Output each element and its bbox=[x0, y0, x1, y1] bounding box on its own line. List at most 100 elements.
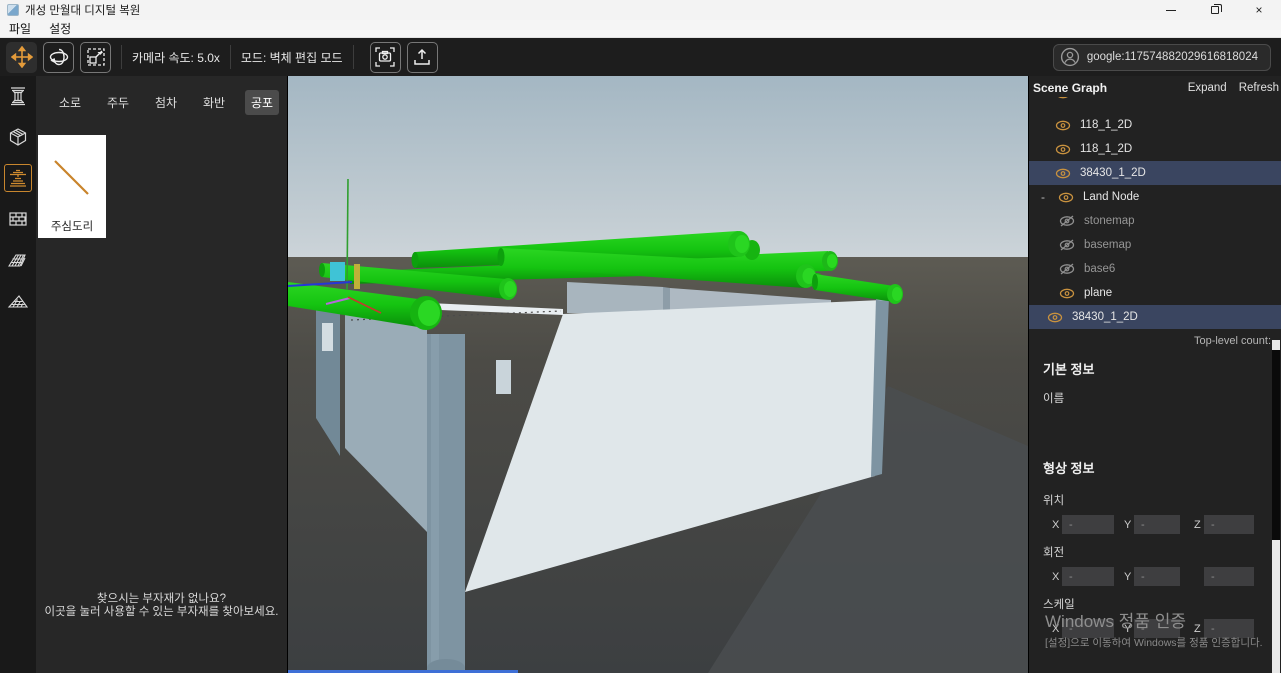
rotate-tool-button[interactable] bbox=[43, 42, 74, 73]
block-icon bbox=[7, 126, 29, 148]
scale-label: 스케일 bbox=[1043, 596, 1281, 612]
refresh-button[interactable]: Refresh bbox=[1239, 82, 1279, 94]
position-x-input[interactable] bbox=[1062, 515, 1114, 534]
account-id: google:117574882029616818024 bbox=[1087, 51, 1258, 63]
category-wall-button[interactable] bbox=[4, 205, 32, 233]
position-y-input[interactable] bbox=[1134, 515, 1180, 534]
scale-y-input[interactable] bbox=[1134, 619, 1180, 638]
axis-y-label: Y bbox=[1124, 623, 1134, 635]
tree-node-label: 38430_1_2D bbox=[1080, 167, 1146, 179]
axis-z-label: Z bbox=[1194, 519, 1204, 531]
tree-node-basemap[interactable]: basemap bbox=[1029, 233, 1281, 257]
visibility-eye-icon[interactable] bbox=[1055, 120, 1071, 131]
tab-gongpo[interactable]: 공포 bbox=[245, 90, 279, 115]
viewport-3d[interactable] bbox=[288, 76, 1028, 673]
rotation-label: 회전 bbox=[1043, 544, 1281, 560]
upload-button[interactable] bbox=[407, 42, 438, 73]
axis-x-label: X bbox=[1052, 571, 1062, 583]
find-parts-hint[interactable]: 찾으시는 부자재가 없나요? 이곳을 눌러 사용할 수 있는 부자재를 찾아보세… bbox=[12, 593, 312, 619]
shape-info-header: 형상 정보 bbox=[1043, 458, 1281, 477]
camera-speed-label: 카메라 속도: 5.0x bbox=[132, 49, 220, 66]
category-icon-strip bbox=[0, 76, 36, 673]
visibility-hidden-icon[interactable] bbox=[1059, 263, 1075, 275]
properties-scrollbar[interactable] bbox=[1272, 340, 1280, 673]
tree-node-base6[interactable]: base6 bbox=[1029, 257, 1281, 281]
tree-node-land-node[interactable]: - Land Node bbox=[1029, 185, 1281, 209]
scene-graph-list: 118_1_2D 118_1_2D 38430_1_2D bbox=[1029, 97, 1281, 329]
category-rooftile-button[interactable] bbox=[4, 246, 32, 274]
category-block-button[interactable] bbox=[4, 123, 32, 151]
menu-settings[interactable]: 설정 bbox=[40, 20, 80, 38]
rotate-icon bbox=[48, 46, 70, 68]
category-bracket-button[interactable] bbox=[4, 164, 32, 192]
menu-file[interactable]: 파일 bbox=[0, 20, 40, 38]
part-card-jusimdori[interactable]: 주심도리 bbox=[38, 135, 106, 238]
tree-node-label: Land Node bbox=[1083, 191, 1139, 203]
parts-tabs: 소로 주두 첨차 화반 공포 bbox=[46, 90, 283, 115]
visibility-hidden-icon[interactable] bbox=[1059, 239, 1075, 251]
tree-node-plane[interactable]: plane bbox=[1029, 281, 1281, 305]
minimize-button[interactable] bbox=[1149, 0, 1193, 20]
tab-cheomcha[interactable]: 첨차 bbox=[142, 90, 190, 115]
visibility-eye-icon[interactable] bbox=[1055, 144, 1071, 155]
titlebar: 개성 만월대 디지털 복원 × bbox=[0, 0, 1281, 20]
tree-node-stonemap[interactable]: stonemap bbox=[1029, 209, 1281, 233]
tree-node-38430-1-2d[interactable]: 38430_1_2D bbox=[1029, 161, 1281, 185]
tree-node-118-1-2d[interactable]: 118_1_2D bbox=[1029, 113, 1281, 137]
rotation-z-input[interactable] bbox=[1204, 567, 1254, 586]
scale-icon bbox=[85, 46, 107, 68]
tree-node-118-1-2d[interactable]: 118_1_2D bbox=[1029, 137, 1281, 161]
visibility-eye-icon[interactable] bbox=[1055, 97, 1071, 99]
scale-z-input[interactable] bbox=[1204, 619, 1254, 638]
category-column-button[interactable] bbox=[4, 82, 32, 110]
axis-x-label: X bbox=[1052, 623, 1062, 635]
tree-node-clipped[interactable] bbox=[1029, 97, 1281, 113]
user-icon bbox=[1060, 47, 1080, 67]
scale-tool-button[interactable] bbox=[80, 42, 111, 73]
visibility-eye-icon[interactable] bbox=[1059, 288, 1075, 299]
tab-hwaban[interactable]: 화반 bbox=[190, 90, 238, 115]
scrollbar-thumb[interactable] bbox=[1272, 350, 1280, 540]
restore-icon bbox=[1211, 6, 1219, 14]
toolbar-separator bbox=[121, 45, 122, 69]
rotation-y-input[interactable] bbox=[1134, 567, 1180, 586]
position-z-input[interactable] bbox=[1204, 515, 1254, 534]
visibility-eye-icon[interactable] bbox=[1047, 312, 1063, 323]
position-fields: X Y Z bbox=[1043, 515, 1281, 534]
roof-frame-icon bbox=[7, 290, 29, 312]
window-title: 개성 만월대 디지털 복원 bbox=[25, 2, 140, 18]
visibility-eye-icon[interactable] bbox=[1055, 168, 1071, 179]
close-button[interactable]: × bbox=[1237, 0, 1281, 20]
parts-panel: 소로 주두 첨차 화반 공포 주심도리 찾으시는 부자재가 없나요? 이곳을 눌… bbox=[36, 76, 288, 673]
maximize-button[interactable] bbox=[1193, 0, 1237, 20]
toolbar-separator bbox=[230, 45, 231, 69]
column-icon bbox=[7, 85, 29, 107]
tab-judu[interactable]: 주두 bbox=[94, 90, 142, 115]
axis-x-label: X bbox=[1052, 519, 1062, 531]
properties-panel: 기본 정보 이름 형상 정보 위치 X Y Z 회전 X Y bbox=[1029, 359, 1281, 673]
rotation-x-input[interactable] bbox=[1062, 567, 1114, 586]
tree-node-38430-1-2d[interactable]: 38430_1_2D bbox=[1029, 305, 1281, 329]
expand-button[interactable]: Expand bbox=[1188, 82, 1227, 94]
upload-icon bbox=[411, 46, 433, 68]
move-tool-button[interactable] bbox=[6, 42, 37, 73]
move-icon bbox=[11, 46, 33, 68]
tree-node-label: 118_1_2D bbox=[1080, 119, 1132, 131]
scale-x-input[interactable] bbox=[1062, 619, 1114, 638]
account-badge[interactable]: google:117574882029616818024 bbox=[1053, 44, 1271, 71]
menubar: 파일 설정 bbox=[0, 20, 1281, 38]
tree-node-label: plane bbox=[1084, 287, 1112, 299]
app-window: 개성 만월대 디지털 복원 × 파일 설정 bbox=[0, 0, 1281, 673]
category-roof-button[interactable] bbox=[4, 287, 32, 315]
visibility-hidden-icon[interactable] bbox=[1059, 215, 1075, 227]
collapse-toggle[interactable]: - bbox=[1041, 190, 1049, 204]
tab-soro[interactable]: 소로 bbox=[46, 90, 94, 115]
part-thumbnail bbox=[38, 135, 106, 219]
close-icon: × bbox=[1255, 3, 1262, 17]
part-name-label: 주심도리 bbox=[38, 218, 106, 234]
screenshot-button[interactable] bbox=[370, 42, 401, 73]
visibility-eye-icon[interactable] bbox=[1058, 192, 1074, 203]
basic-info-header: 기본 정보 bbox=[1043, 359, 1281, 378]
brick-wall-icon bbox=[7, 208, 29, 230]
sky bbox=[288, 76, 1028, 257]
